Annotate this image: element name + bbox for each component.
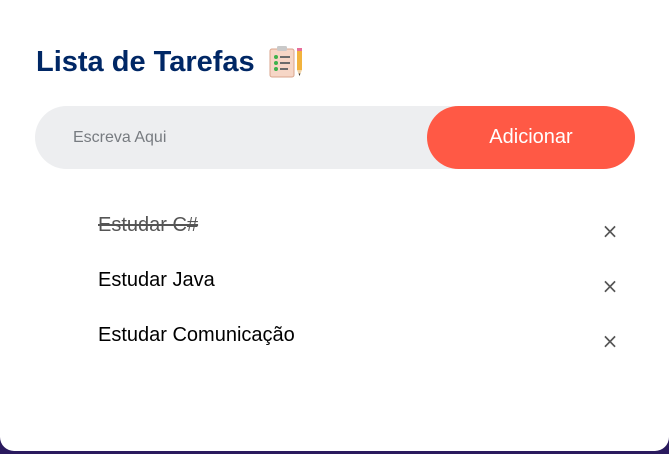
close-icon[interactable]: × (600, 276, 620, 296)
add-button[interactable]: Adicionar (427, 106, 635, 169)
clipboard-checklist-icon (268, 44, 306, 80)
task-text: Estudar C# (98, 214, 199, 236)
task-item[interactable]: Estudar Java × (0, 255, 669, 310)
task-text: Estudar Comunicação (98, 324, 295, 346)
task-text: Estudar Java (98, 269, 215, 291)
header: Lista de Tarefas (36, 42, 306, 82)
close-icon[interactable]: × (600, 331, 620, 351)
task-item[interactable]: Estudar C# × (0, 200, 669, 255)
add-task-row: Adicionar (35, 106, 635, 169)
task-list: Estudar C# × Estudar Java × Estudar Comu… (0, 200, 669, 365)
task-item[interactable]: Estudar Comunicação × (0, 310, 669, 365)
todo-card: Lista de Tarefas Adicionar Estudar (0, 0, 669, 451)
task-input[interactable] (35, 106, 425, 169)
close-icon[interactable]: × (600, 221, 620, 241)
page-title: Lista de Tarefas (36, 45, 255, 78)
